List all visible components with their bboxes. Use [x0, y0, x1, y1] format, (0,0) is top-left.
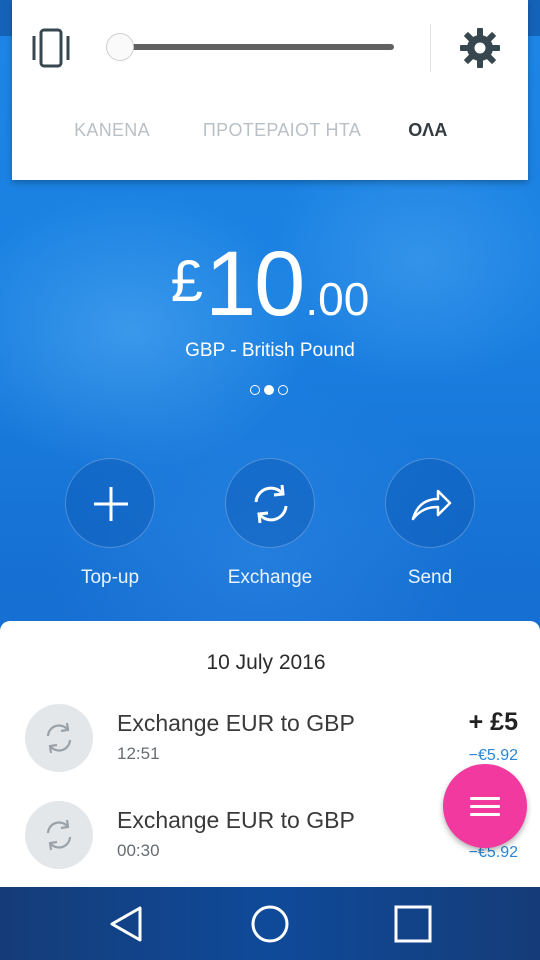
date-header: 10 July 2016 [206, 651, 326, 674]
transaction-title: Exchange EUR to GBP [117, 807, 355, 833]
notification-volume-panel: ΚΑΝΕΝΑ ΠΡΟΤΕΡΑΙΟΤ ΗΤΑ ΟΛΑ [12, 0, 528, 180]
volume-slider-thumb[interactable] [106, 33, 134, 61]
currency-symbol: £ [170, 249, 203, 314]
back-icon[interactable] [106, 903, 148, 945]
send-button[interactable] [385, 458, 475, 548]
topup-circle[interactable] [65, 458, 155, 548]
vibrate-icon[interactable] [30, 26, 72, 70]
tab-priority[interactable]: ΠΡΟΤΕΡΑΙΟΤ ΗΤΑ [200, 118, 364, 143]
transaction-title: Exchange EUR to GBP [117, 710, 355, 736]
page-dot-active [264, 385, 274, 395]
tab-none[interactable]: ΚΑΝΕΝΑ [56, 118, 168, 143]
exchange-icon [254, 484, 288, 524]
page-indicator [250, 384, 290, 396]
page-dot [250, 385, 260, 395]
send-arrow-icon [411, 489, 452, 521]
exchange-icon [46, 819, 72, 851]
home-icon[interactable] [249, 903, 291, 945]
send-circle[interactable] [385, 458, 475, 548]
plus-icon [94, 487, 128, 521]
transaction-amount: + £5 [468, 708, 518, 736]
transactions-sheet[interactable]: 10 July 2016 Exchange EUR to GBP 12:51 +… [0, 621, 540, 887]
system-navigation-bar [0, 887, 540, 960]
topup-button[interactable] [65, 458, 155, 548]
menu-icon [470, 797, 500, 800]
gear-icon[interactable] [458, 26, 502, 70]
balance-decimal: .00 [305, 273, 370, 325]
exchange-label[interactable]: Exchange [200, 567, 340, 589]
transaction-time: 12:51 [117, 744, 160, 763]
recents-icon[interactable] [392, 903, 434, 945]
exchange-icon [46, 722, 72, 754]
balance-amount: £10.00 [0, 232, 540, 337]
topup-label[interactable]: Top-up [40, 567, 180, 589]
transaction-avatar [25, 801, 93, 869]
transaction-avatar [25, 704, 93, 772]
volume-slider-track[interactable] [120, 44, 394, 50]
transaction-row[interactable]: Exchange EUR to GBP 12:51 + £5 −€5.92 [0, 704, 540, 778]
balance-whole: 10 [204, 233, 305, 335]
tab-all[interactable]: ΟΛΑ [378, 118, 478, 143]
send-label[interactable]: Send [360, 567, 500, 589]
menu-icon [470, 813, 500, 816]
exchange-circle[interactable] [225, 458, 315, 548]
divider [430, 24, 431, 72]
transaction-time: 00:30 [117, 841, 160, 860]
menu-icon [470, 805, 500, 808]
transaction-sub-amount: −€5.92 [468, 747, 518, 764]
menu-fab-button[interactable] [443, 764, 527, 848]
currency-name: GBP - British Pound [185, 340, 355, 361]
page-dot [278, 385, 288, 395]
exchange-button[interactable] [225, 458, 315, 548]
